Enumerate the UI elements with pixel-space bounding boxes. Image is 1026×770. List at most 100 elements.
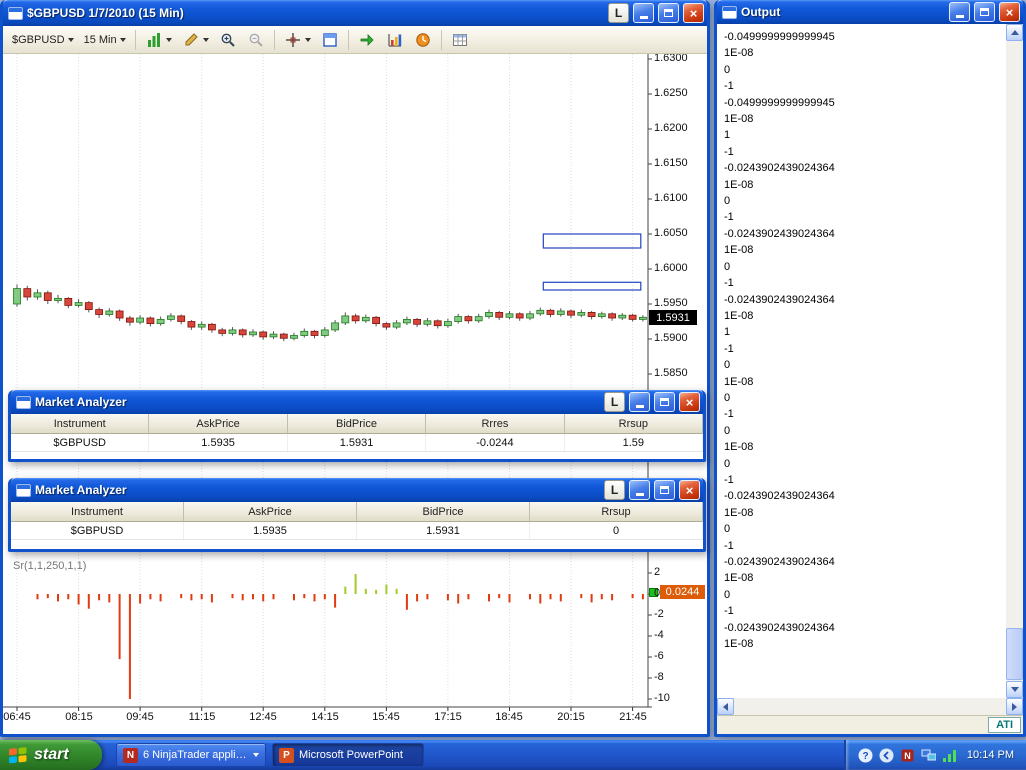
start-button[interactable]: start	[0, 740, 102, 770]
interval-selector[interactable]: 15 Min	[80, 32, 130, 48]
chevron-down-icon	[165, 37, 172, 42]
minimize-icon	[635, 493, 644, 496]
column-header[interactable]: Instrument	[11, 502, 184, 522]
instrument-selector[interactable]: $GBPUSD	[8, 32, 78, 48]
task-label: Microsoft PowerPoint	[299, 749, 403, 761]
column-header[interactable]: BidPrice	[357, 502, 530, 522]
arrow-left-icon	[723, 702, 728, 711]
close-button[interactable]: ×	[999, 2, 1020, 22]
column-header[interactable]: AskPrice	[184, 502, 357, 522]
draw-tool-button[interactable]	[178, 29, 213, 51]
link-button[interactable]: L	[604, 480, 625, 500]
histogram-series	[36, 574, 644, 699]
drawn-rectangle	[542, 233, 642, 249]
arrow-down-icon	[1010, 687, 1019, 692]
cell: 1.5935	[184, 522, 357, 539]
network-icon[interactable]	[921, 748, 936, 763]
close-icon: ×	[685, 482, 694, 498]
status-bar: ATI	[717, 715, 1023, 734]
chart-window: $GBPUSD 1/7/2010 (15 Min) L × $GBPUSD 15…	[0, 0, 710, 737]
close-button[interactable]: ×	[683, 3, 704, 23]
scroll-down-button[interactable]	[1006, 681, 1023, 698]
output-line: -1	[724, 539, 734, 552]
chart-wizard-button[interactable]	[382, 29, 408, 51]
svg-text:N: N	[904, 751, 911, 761]
chevron-down-icon	[304, 37, 311, 42]
drawn-rectangle	[542, 281, 642, 291]
column-header[interactable]: BidPrice	[287, 414, 427, 434]
crosshair-icon	[284, 31, 302, 49]
candlestick-series	[13, 284, 647, 342]
scroll-up-button[interactable]	[1006, 24, 1023, 41]
ma2-titlebar[interactable]: Market Analyzer L ×	[11, 478, 703, 502]
output-line: -1	[724, 473, 734, 486]
cursor-tool-button[interactable]	[280, 29, 315, 51]
instrument-label: $GBPUSD	[12, 33, 65, 46]
scroll-right-button[interactable]	[1006, 698, 1023, 715]
output-line: -1	[724, 145, 734, 158]
output-line: 0	[724, 195, 731, 208]
bar-chart-icon	[145, 31, 163, 49]
chart-panel-button[interactable]	[317, 29, 343, 51]
column-header[interactable]: Instrument	[11, 414, 150, 434]
output-line: 0	[724, 63, 731, 76]
link-button[interactable]: L	[608, 3, 629, 23]
output-line: 0	[724, 424, 731, 437]
taskbar: start N 6 NinjaTrader applic... P Micros…	[0, 740, 1026, 770]
pencil-icon	[182, 31, 200, 49]
scroll-left-button[interactable]	[717, 698, 734, 715]
scrollbar-thumb[interactable]	[1006, 628, 1023, 680]
minimize-button[interactable]	[629, 480, 650, 500]
chart-titlebar[interactable]: $GBPUSD 1/7/2010 (15 Min) L ×	[3, 0, 707, 26]
minimize-button[interactable]	[949, 2, 970, 22]
minimize-button[interactable]	[633, 3, 654, 23]
minimize-button[interactable]	[629, 392, 650, 412]
maximize-icon	[664, 9, 673, 17]
close-button[interactable]: ×	[679, 480, 700, 500]
maximize-button[interactable]	[654, 392, 675, 412]
zoom-in-button[interactable]	[215, 29, 241, 51]
horizontal-scrollbar[interactable]	[717, 698, 1023, 715]
zoom-out-button[interactable]	[243, 29, 269, 51]
zoom-in-icon	[219, 31, 237, 49]
ma1-titlebar[interactable]: Market Analyzer L ×	[11, 390, 703, 414]
market-analyzer-icon	[16, 395, 31, 409]
column-header[interactable]: AskPrice	[149, 414, 288, 434]
output-line: 1	[724, 129, 731, 142]
column-header[interactable]: Rrres	[426, 414, 565, 434]
column-header[interactable]: Rrsup	[564, 414, 704, 434]
chart-style-button[interactable]	[141, 29, 176, 51]
session-clock-button[interactable]	[410, 29, 436, 51]
output-line: 0	[724, 457, 731, 470]
panel-region-icon	[321, 31, 339, 49]
output-line: -1	[724, 80, 734, 93]
chevron-down-icon	[119, 37, 126, 42]
maximize-button[interactable]	[654, 480, 675, 500]
column-header[interactable]: Rrsup	[530, 502, 703, 522]
taskbar-item-powerpoint[interactable]: P Microsoft PowerPoint	[272, 743, 424, 767]
output-titlebar[interactable]: Output ×	[717, 0, 1023, 24]
data-grid-button[interactable]	[447, 29, 473, 51]
output-line: 0	[724, 523, 731, 536]
ninjatrader-tray-icon[interactable]: N	[900, 748, 915, 763]
table-row[interactable]: $GBPUSD 1.5935 1.5931 0	[11, 522, 703, 540]
ma1-table: Instrument AskPrice BidPrice Rrres Rrsup $GBP…	[11, 414, 704, 452]
close-button[interactable]: ×	[679, 392, 700, 412]
help-icon[interactable]: ?	[858, 748, 873, 763]
svg-text:?: ?	[862, 751, 868, 762]
maximize-button[interactable]	[658, 3, 679, 23]
link-button[interactable]: L	[604, 392, 625, 412]
output-line: -0.0499999999999945	[724, 31, 835, 43]
output-line: 1E-08	[724, 309, 754, 322]
hide-icons-chevron-icon[interactable]	[879, 748, 894, 763]
ma2-title: Market Analyzer	[35, 483, 127, 497]
toolbar-separator	[134, 29, 136, 50]
maximize-button[interactable]	[974, 2, 995, 22]
signal-icon[interactable]	[942, 748, 957, 763]
vertical-scrollbar[interactable]	[1006, 24, 1023, 698]
taskbar-item-ninjatrader-group[interactable]: N 6 NinjaTrader applic...	[116, 743, 266, 767]
table-row[interactable]: $GBPUSD 1.5935 1.5931 -0.0244 1.59	[11, 434, 704, 452]
cell: 1.5931	[357, 522, 530, 539]
data-series-button[interactable]	[354, 29, 380, 51]
output-log[interactable]: -0.0499999999999945 1E-08 0 -1 -0.0499999999…	[717, 24, 1006, 698]
